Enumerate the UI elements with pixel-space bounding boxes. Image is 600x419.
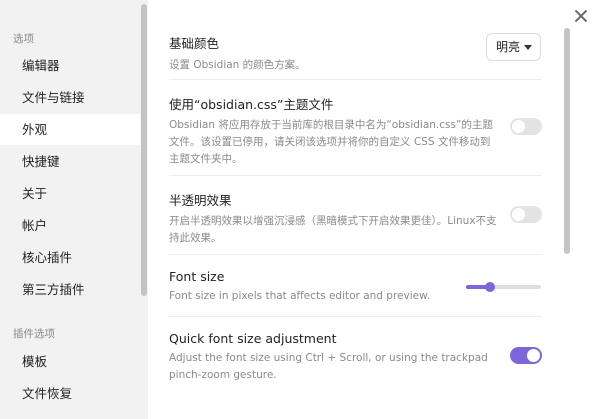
setting-name: Quick font size adjustment bbox=[169, 331, 337, 346]
divider bbox=[169, 79, 542, 80]
setting-name: 使用“obsidian.css”主题文件 bbox=[169, 97, 334, 112]
close-icon[interactable] bbox=[573, 8, 589, 24]
sidebar-item-file-recovery[interactable]: 文件恢复 bbox=[0, 378, 140, 409]
base-color-dropdown[interactable]: 明亮 bbox=[486, 33, 541, 61]
sidebar-scrollbar-thumb[interactable] bbox=[141, 4, 147, 296]
sidebar-item-appearance[interactable]: 外观 bbox=[0, 114, 140, 145]
translucency-toggle[interactable] bbox=[510, 206, 542, 223]
sidebar-item-templates[interactable]: 模板 bbox=[0, 346, 140, 377]
setting-font-size: Font size Font size in pixels that affec… bbox=[169, 269, 469, 305]
toggle-knob bbox=[512, 120, 525, 133]
sidebar-item-core-plugins[interactable]: 核心插件 bbox=[0, 242, 140, 273]
divider bbox=[169, 316, 542, 317]
sidebar-item-hotkeys[interactable]: 快捷键 bbox=[0, 146, 140, 177]
setting-name: Font size bbox=[169, 269, 225, 284]
sidebar-item-account[interactable]: 帐户 bbox=[0, 210, 140, 241]
content-scrollbar-thumb[interactable] bbox=[564, 28, 570, 254]
divider bbox=[169, 254, 542, 255]
setting-translucency: 半透明效果 开启半透明效果以增强沉浸感（黑暗模式下开启效果更佳）。Linux不支… bbox=[169, 190, 499, 247]
settings-content: 基础颜色 设置 Obsidian 的颜色方案。 明亮 使用“obsidian.c… bbox=[148, 0, 600, 419]
font-size-slider[interactable] bbox=[466, 282, 541, 292]
setting-name: 半透明效果 bbox=[169, 193, 232, 208]
setting-description: Obsidian 将应用存放于当前库的根目录中名为“obsidian.css”的… bbox=[169, 119, 493, 165]
sidebar-group-options: 选项 bbox=[13, 33, 34, 45]
divider bbox=[169, 175, 542, 176]
quick-font-size-toggle[interactable] bbox=[510, 347, 542, 364]
setting-theme-file: 使用“obsidian.css”主题文件 Obsidian 将应用存放于当前库的… bbox=[169, 94, 499, 168]
sidebar-group-plugin-options: 插件选项 bbox=[13, 328, 55, 340]
settings-sidebar: 选项 编辑器 文件与链接 外观 快捷键 关于 帐户 核心插件 第三方插件 插件选… bbox=[0, 0, 148, 419]
sidebar-scrollbar[interactable] bbox=[140, 0, 148, 419]
toggle-knob bbox=[527, 349, 540, 362]
setting-description: Font size in pixels that affects editor … bbox=[169, 290, 431, 302]
setting-description: Adjust the font size using Ctrl + Scroll… bbox=[169, 352, 488, 381]
theme-file-toggle[interactable] bbox=[510, 118, 542, 135]
toggle-knob bbox=[512, 208, 525, 221]
chevron-down-icon bbox=[524, 45, 532, 50]
setting-quick-font-size: Quick font size adjustment Adjust the fo… bbox=[169, 331, 499, 384]
sidebar-item-files-links[interactable]: 文件与链接 bbox=[0, 82, 140, 113]
dropdown-value: 明亮 bbox=[496, 40, 521, 54]
setting-description: 设置 Obsidian 的颜色方案。 bbox=[169, 59, 306, 71]
sidebar-item-community-plugins[interactable]: 第三方插件 bbox=[0, 274, 140, 305]
sidebar-item-about[interactable]: 关于 bbox=[0, 178, 140, 209]
sidebar-item-editor[interactable]: 编辑器 bbox=[0, 50, 140, 81]
setting-description: 开启半透明效果以增强沉浸感（黑暗模式下开启效果更佳）。Linux不支持此效果。 bbox=[169, 215, 497, 244]
slider-handle[interactable] bbox=[485, 282, 495, 292]
